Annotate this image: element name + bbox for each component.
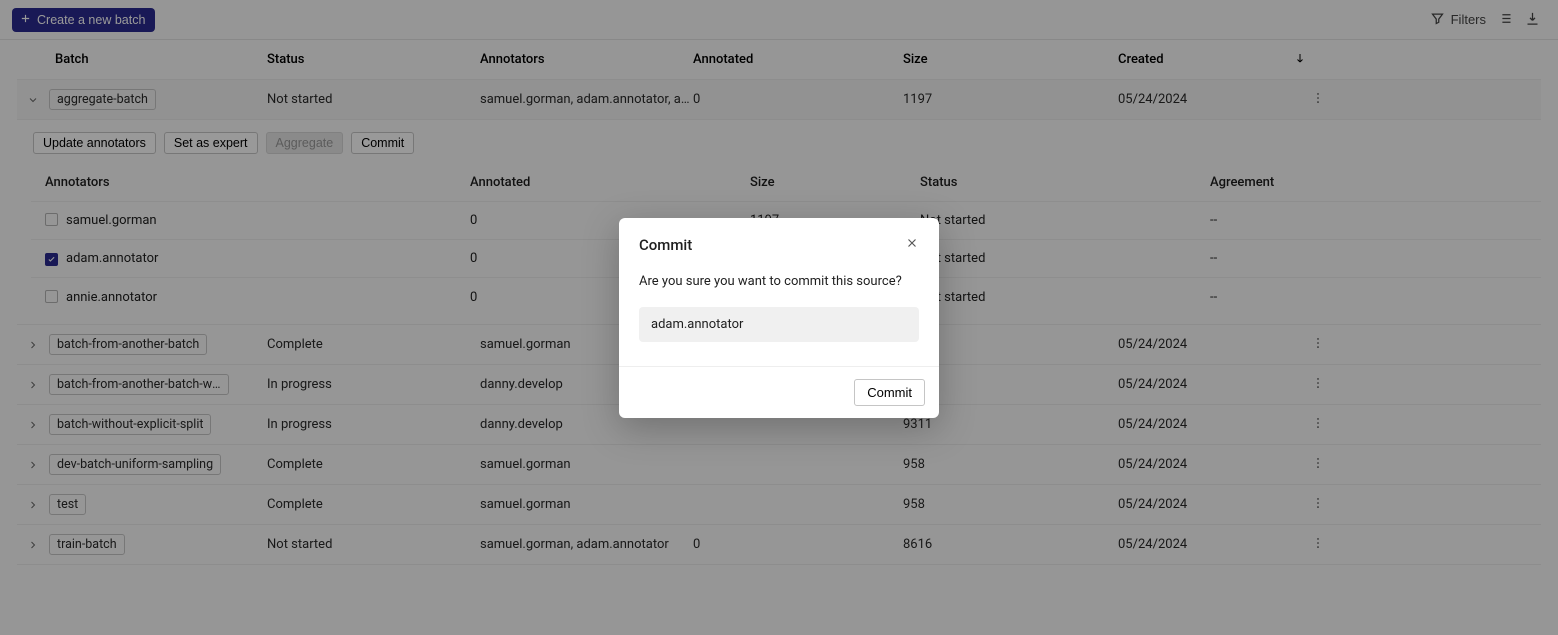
modal-close-button[interactable]	[905, 236, 919, 253]
commit-modal: Commit Are you sure you want to commit t…	[619, 218, 939, 418]
modal-source: adam.annotator	[639, 307, 919, 342]
modal-message: Are you sure you want to commit this sou…	[639, 274, 919, 289]
close-icon	[905, 238, 919, 253]
modal-overlay[interactable]: Commit Are you sure you want to commit t…	[0, 0, 1558, 635]
modal-title: Commit	[639, 236, 692, 254]
modal-confirm-button[interactable]: Commit	[854, 379, 925, 406]
